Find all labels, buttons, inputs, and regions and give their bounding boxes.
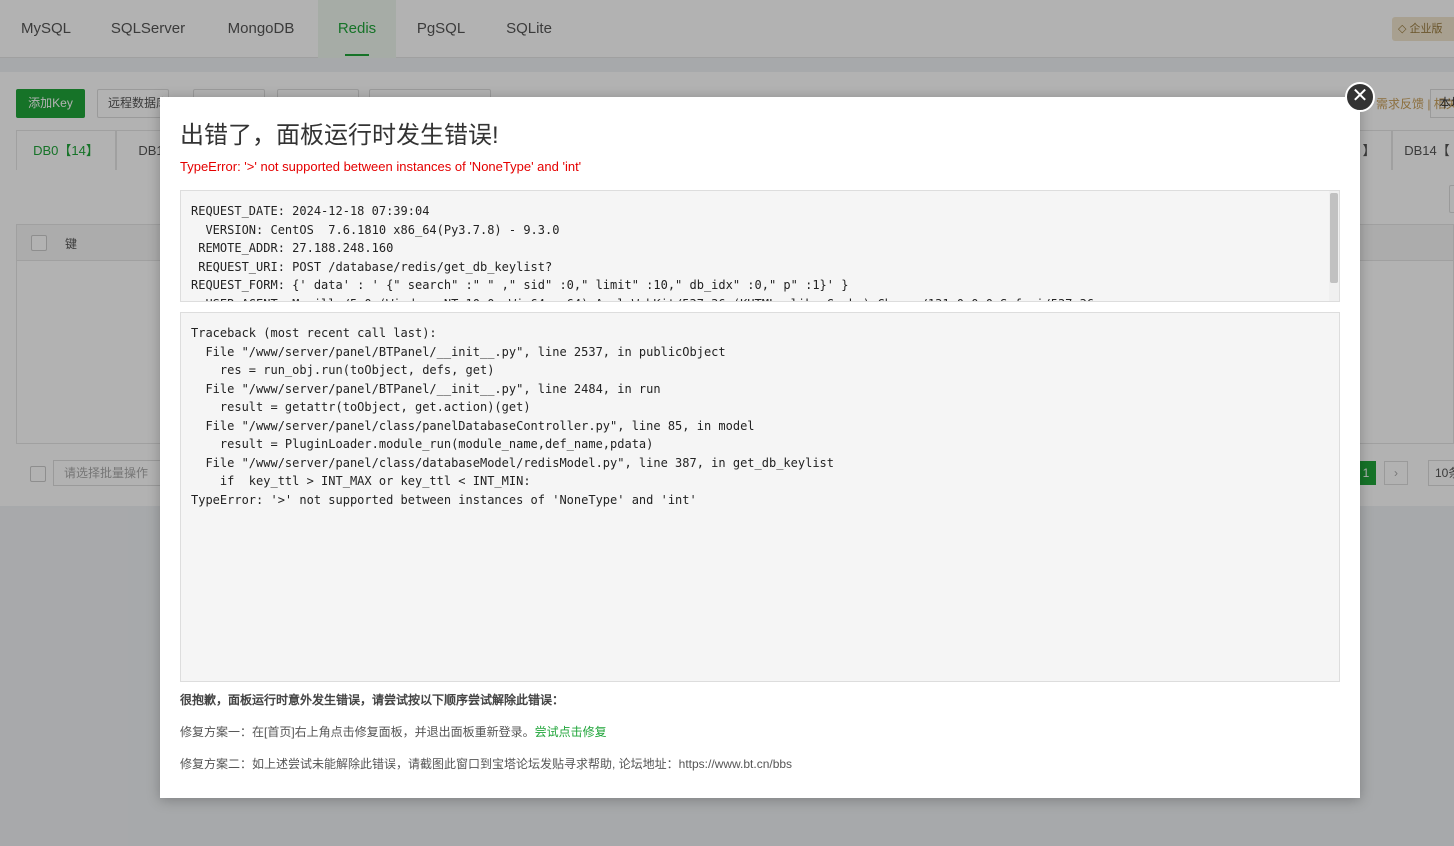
request-info-text: REQUEST_DATE: 2024-12-18 07:39:04 VERSIO… <box>191 204 1094 301</box>
error-message: TypeError: '>' not supported between ins… <box>180 159 582 174</box>
fix-option-1-text: 修复方案一：在[首页]右上角点击修复面板，并退出面板重新登录。 <box>180 725 535 739</box>
scrollbar[interactable] <box>1329 191 1339 301</box>
traceback-text: Traceback (most recent call last): File … <box>191 326 834 507</box>
scrollbar-thumb[interactable] <box>1330 193 1338 283</box>
fix-option-1: 修复方案一：在[首页]右上角点击修复面板，并退出面板重新登录。尝试点击修复 <box>180 723 607 740</box>
close-icon[interactable]: ✕ <box>1345 82 1375 112</box>
error-dialog: 出错了，面板运行时发生错误! TypeError: '>' not suppor… <box>160 97 1360 798</box>
apology-text: 很抱歉，面板运行时意外发生错误，请尝试按以下顺序尝试解除此错误： <box>180 693 565 707</box>
fix-option-2: 修复方案二：如上述尝试未能解除此错误，请截图此窗口到宝塔论坛发贴寻求帮助, 论坛… <box>180 757 793 771</box>
try-repair-link[interactable]: 尝试点击修复 <box>535 725 607 739</box>
dialog-title: 出错了，面板运行时发生错误! <box>180 122 499 149</box>
traceback-box[interactable]: Traceback (most recent call last): File … <box>180 312 1340 682</box>
request-info-box[interactable]: REQUEST_DATE: 2024-12-18 07:39:04 VERSIO… <box>180 190 1340 302</box>
